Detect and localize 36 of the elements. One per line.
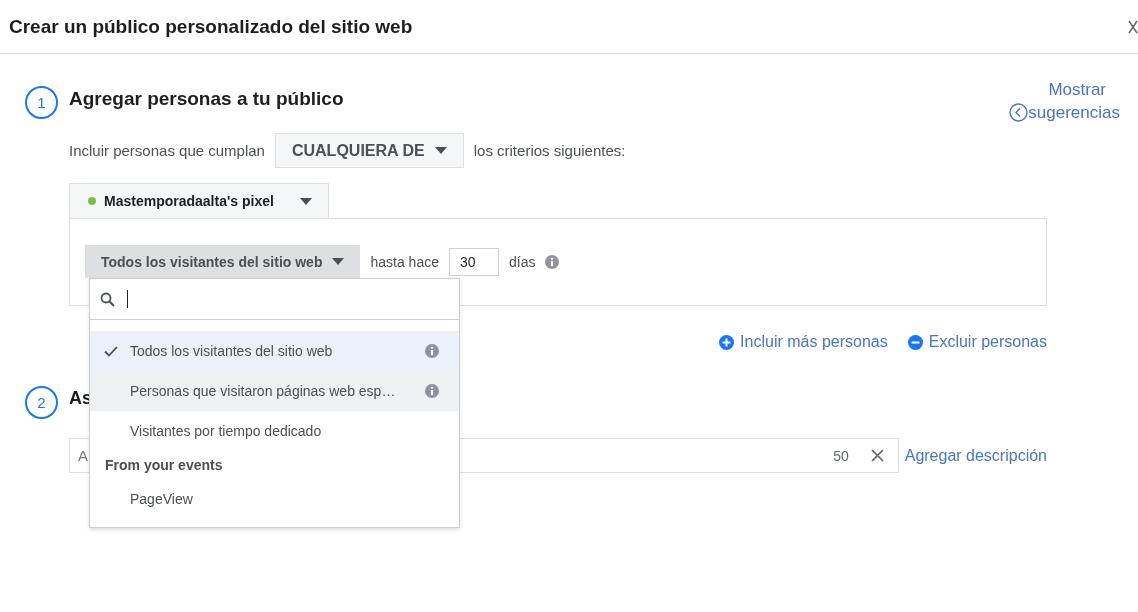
menu-group-heading: From your events	[104, 456, 224, 475]
rule-suffix: los criterios siguientes:	[473, 142, 626, 159]
close-icon[interactable]	[1128, 19, 1138, 34]
caret-down-icon	[299, 197, 312, 205]
step-number: 2	[25, 386, 58, 419]
exclude-link[interactable]: Excluir personas	[907, 333, 1047, 351]
menu-option[interactable]: Todos los visitantes del sitio web	[90, 331, 459, 371]
clear-button[interactable]	[856, 438, 899, 473]
checkmark-icon	[104, 345, 118, 357]
rule-prefix: Incluir personas que cumplan	[69, 142, 265, 159]
days-prefix: hasta hace	[370, 253, 439, 270]
source-dropdown[interactable]: Todos los visitantes del sitio web	[85, 245, 361, 278]
menu-option[interactable]: PageView	[90, 479, 459, 519]
dialog-title: Crear un público personalizado del sitio web	[9, 15, 413, 38]
show-suggestions-link[interactable]: Mostrar sugerencias	[1009, 78, 1120, 124]
days-field[interactable]: 30	[448, 247, 499, 276]
chevron-left-icon	[1009, 103, 1029, 122]
caret-down-icon	[332, 258, 345, 265]
search-icon	[100, 291, 115, 307]
menu-option[interactable]: Visitantes por tiempo dedicado	[90, 411, 459, 451]
include-more-link[interactable]: Incluir más personas	[719, 333, 888, 351]
info-icon[interactable]	[545, 254, 560, 269]
step-number: 1	[25, 86, 58, 119]
caret-down-icon	[434, 147, 447, 154]
add-description-link[interactable]: Agregar descripción	[904, 446, 1047, 465]
days-suffix: días	[508, 253, 536, 270]
audience-name-field[interactable]: A	[69, 438, 89, 473]
close-icon	[870, 449, 884, 462]
pixel-dropdown[interactable]: Mastemporadaalta's pixel	[69, 183, 329, 218]
plus-circle-icon	[719, 334, 735, 350]
minus-circle-icon	[907, 334, 923, 350]
match-dropdown[interactable]: CUALQUIERA DE	[274, 133, 464, 168]
menu-option[interactable]: Personas que visitaron páginas web esp…	[90, 371, 459, 411]
step-title: Agregar personas a tu público	[69, 88, 344, 110]
info-icon[interactable]	[425, 344, 439, 358]
info-icon[interactable]	[425, 384, 439, 398]
